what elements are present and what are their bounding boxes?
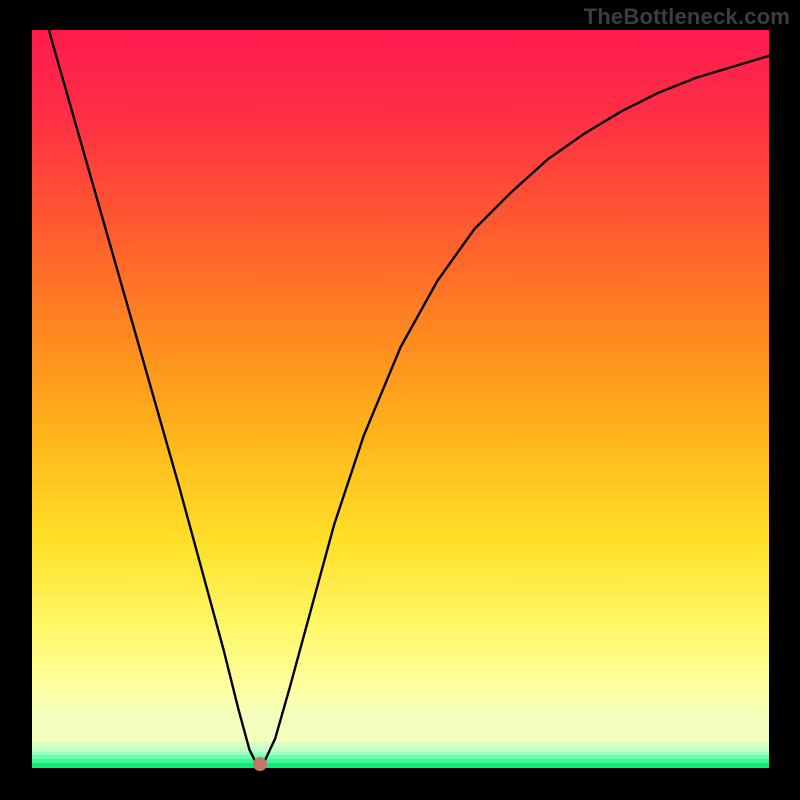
curve-svg xyxy=(32,30,769,768)
watermark-text: TheBottleneck.com xyxy=(584,4,790,30)
chart-frame: TheBottleneck.com xyxy=(0,0,800,800)
minimum-marker xyxy=(253,757,267,771)
plot-area xyxy=(32,30,769,768)
